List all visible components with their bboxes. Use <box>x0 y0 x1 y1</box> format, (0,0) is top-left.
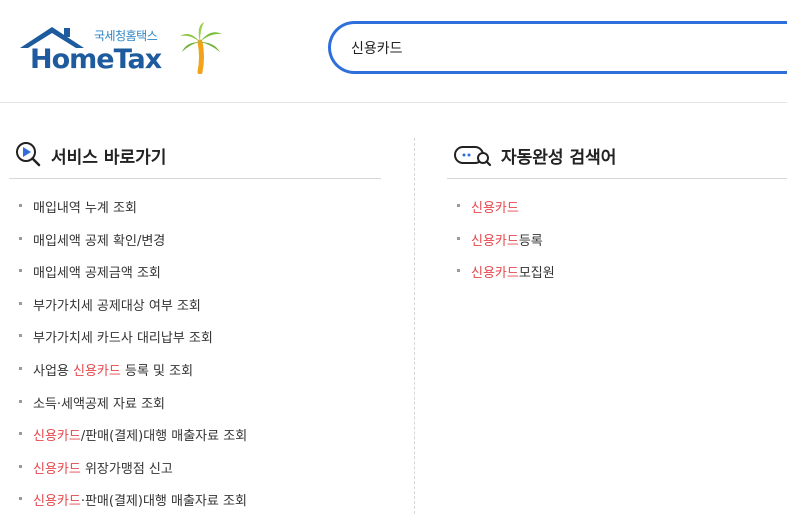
play-magnifier-icon <box>16 142 41 167</box>
service-item[interactable]: 신용카드·판매(결제)대행 매출자료 조회 <box>19 490 247 523</box>
header: 국세청홈택스 HomeTax <box>0 0 787 103</box>
logo-korean-text: 국세청홈택스 <box>94 29 158 43</box>
autocomplete-item[interactable]: 신용카드 <box>457 197 555 230</box>
service-item[interactable]: 매입내역 누계 조회 <box>19 197 247 230</box>
service-item[interactable]: 신용카드/판매(결제)대행 매출자료 조회 <box>19 425 247 458</box>
service-item[interactable]: 부가가치세 카드사 대리납부 조회 <box>19 327 247 360</box>
chat-search-icon <box>454 146 492 167</box>
service-item[interactable]: 매입세액 공제금액 조회 <box>19 262 247 295</box>
column-divider <box>414 138 415 514</box>
service-item[interactable]: 신용카드 위장가맹점 신고 <box>19 458 247 491</box>
autocomplete-underline <box>447 178 787 179</box>
service-item[interactable]: 소득·세액공제 자료 조회 <box>19 393 247 426</box>
search-box[interactable] <box>328 21 787 74</box>
service-item[interactable]: 매입세액 공제 확인/변경 <box>19 230 247 263</box>
service-item[interactable]: 사업용 신용카드 등록 및 조회 <box>19 360 247 393</box>
service-shortcuts-underline <box>9 178 381 179</box>
service-shortcuts-title: 서비스 바로가기 <box>51 148 167 168</box>
logo-english-text: HomeTax <box>30 44 162 75</box>
autocomplete-title: 자동완성 검색어 <box>501 148 617 168</box>
autocomplete-list: 신용카드 신용카드등록 신용카드모집원 <box>457 197 555 295</box>
autocomplete-item[interactable]: 신용카드모집원 <box>457 262 555 295</box>
hometax-logo[interactable]: 국세청홈택스 HomeTax <box>18 22 228 78</box>
search-input[interactable] <box>351 37 771 59</box>
service-item[interactable]: 부가가치세 공제대상 여부 조회 <box>19 295 247 328</box>
autocomplete-item[interactable]: 신용카드등록 <box>457 230 555 263</box>
service-shortcuts-list: 매입내역 누계 조회 매입세액 공제 확인/변경 매입세액 공제금액 조회 부가… <box>19 197 247 523</box>
palm-tree-icon <box>180 22 222 74</box>
